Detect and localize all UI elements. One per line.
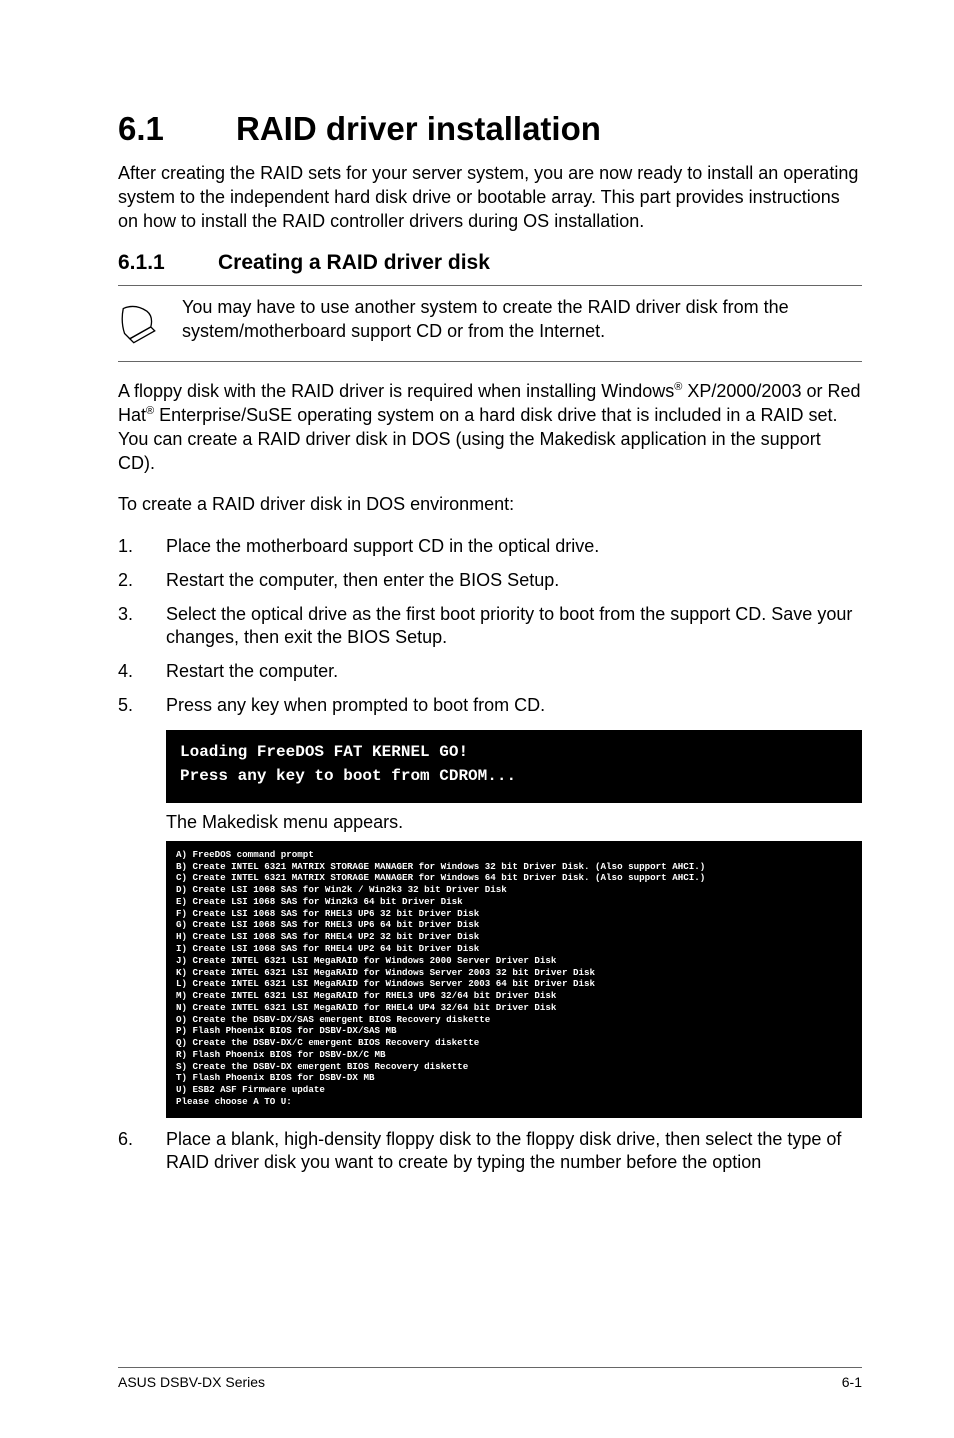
steps-list: 1.Place the motherboard support CD in th… — [118, 535, 862, 718]
note-text: You may have to use another system to cr… — [182, 296, 862, 344]
req-text-a: A floppy disk with the RAID driver is re… — [118, 381, 674, 401]
section-number: 6.1 — [118, 110, 236, 148]
req-text-c: Enterprise/SuSE operating system on a ha… — [118, 405, 837, 473]
step-item: 5.Press any key when prompted to boot fr… — [118, 694, 862, 718]
subsection-number: 6.1.1 — [118, 251, 218, 275]
menu-line: N) Create INTEL 6321 LSI MegaRAID for RH… — [176, 1002, 852, 1014]
terminal-boot-prompt: Loading FreeDOS FAT KERNEL GO! Press any… — [166, 730, 862, 804]
makedisk-caption: The Makedisk menu appears. — [166, 811, 862, 835]
page-footer: ASUS DSBV-DX Series 6-1 — [118, 1367, 862, 1390]
step-item: 4.Restart the computer. — [118, 660, 862, 684]
step-number: 5. — [118, 694, 166, 718]
step-text: Press any key when prompted to boot from… — [166, 694, 545, 718]
step-number: 3. — [118, 603, 166, 651]
step-number: 1. — [118, 535, 166, 559]
step-item: 2.Restart the computer, then enter the B… — [118, 569, 862, 593]
menu-line: F) Create LSI 1068 SAS for RHEL3 UP6 32 … — [176, 908, 852, 920]
requirement-paragraph: A floppy disk with the RAID driver is re… — [118, 380, 862, 475]
section-title: 6.1RAID driver installation — [118, 110, 862, 148]
menu-line: L) Create INTEL 6321 LSI MegaRAID for Wi… — [176, 978, 852, 990]
subsection-heading-text: Creating a RAID driver disk — [218, 251, 490, 274]
terminal-makedisk-menu: A) FreeDOS command prompt B) Create INTE… — [166, 841, 862, 1118]
step-text: Restart the computer, then enter the BIO… — [166, 569, 559, 593]
menu-line: S) Create the DSBV-DX emergent BIOS Reco… — [176, 1061, 852, 1073]
menu-line: M) Create INTEL 6321 LSI MegaRAID for RH… — [176, 990, 852, 1002]
step-number: 2. — [118, 569, 166, 593]
menu-line: Q) Create the DSBV-DX/C emergent BIOS Re… — [176, 1037, 852, 1049]
step-text: Select the optical drive as the first bo… — [166, 603, 862, 651]
step-item: 1.Place the motherboard support CD in th… — [118, 535, 862, 559]
menu-line: Please choose A TO U: — [176, 1096, 852, 1108]
steps-list-cont: 6.Place a blank, high-density floppy dis… — [118, 1128, 862, 1176]
menu-line: J) Create INTEL 6321 LSI MegaRAID for Wi… — [176, 955, 852, 967]
note-icon — [118, 296, 182, 349]
section-heading-text: RAID driver installation — [236, 110, 601, 147]
menu-line: B) Create INTEL 6321 MATRIX STORAGE MANA… — [176, 861, 852, 873]
terminal-line: Press any key to boot from CDROM... — [180, 764, 848, 789]
intro-paragraph: After creating the RAID sets for your se… — [118, 162, 862, 233]
menu-line: K) Create INTEL 6321 LSI MegaRAID for Wi… — [176, 967, 852, 979]
menu-line: C) Create INTEL 6321 MATRIX STORAGE MANA… — [176, 872, 852, 884]
menu-line: U) ESB2 ASF Firmware update — [176, 1084, 852, 1096]
menu-line: T) Flash Phoenix BIOS for DSBV-DX MB — [176, 1072, 852, 1084]
note-callout: You may have to use another system to cr… — [118, 285, 862, 362]
terminal-line: Loading FreeDOS FAT KERNEL GO! — [180, 740, 848, 765]
menu-line: H) Create LSI 1068 SAS for RHEL4 UP2 32 … — [176, 931, 852, 943]
menu-line: A) FreeDOS command prompt — [176, 849, 852, 861]
menu-line: G) Create LSI 1068 SAS for RHEL3 UP6 64 … — [176, 919, 852, 931]
step-text: Place a blank, high-density floppy disk … — [166, 1128, 862, 1176]
step-text: Place the motherboard support CD in the … — [166, 535, 599, 559]
menu-line: I) Create LSI 1068 SAS for RHEL4 UP2 64 … — [176, 943, 852, 955]
step-number: 6. — [118, 1128, 166, 1176]
step-number: 4. — [118, 660, 166, 684]
menu-line: O) Create the DSBV-DX/SAS emergent BIOS … — [176, 1014, 852, 1026]
menu-line: E) Create LSI 1068 SAS for Win2k3 64 bit… — [176, 896, 852, 908]
registered-mark-2: ® — [146, 405, 154, 417]
lead-in-paragraph: To create a RAID driver disk in DOS envi… — [118, 493, 862, 517]
step-item: 3.Select the optical drive as the first … — [118, 603, 862, 651]
menu-line: D) Create LSI 1068 SAS for Win2k / Win2k… — [176, 884, 852, 896]
pencil-note-icon — [118, 302, 160, 344]
step-item: 6.Place a blank, high-density floppy dis… — [118, 1128, 862, 1176]
subsection-title: 6.1.1Creating a RAID driver disk — [118, 251, 862, 275]
footer-page-number: 6-1 — [842, 1374, 862, 1390]
menu-line: P) Flash Phoenix BIOS for DSBV-DX/SAS MB — [176, 1025, 852, 1037]
menu-line: R) Flash Phoenix BIOS for DSBV-DX/C MB — [176, 1049, 852, 1061]
footer-left: ASUS DSBV-DX Series — [118, 1374, 265, 1390]
step-text: Restart the computer. — [166, 660, 338, 684]
